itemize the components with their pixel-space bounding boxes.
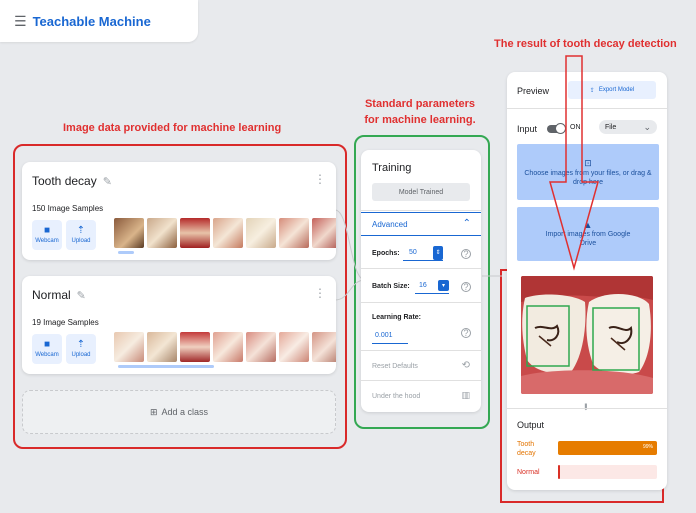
- webcam-icon: ■: [43, 225, 51, 236]
- add-class-button[interactable]: ⊞ Add a class: [22, 390, 336, 434]
- preview-image: [521, 276, 653, 394]
- batch-size-select[interactable]: 16 ▾: [415, 278, 449, 294]
- hamburger-menu-icon[interactable]: ☰: [14, 13, 27, 30]
- sample-count: 19 Image Samples: [32, 318, 99, 327]
- thumbnail-scrollbar[interactable]: [118, 251, 134, 254]
- thumbnail-strip[interactable]: [114, 218, 336, 248]
- help-icon[interactable]: ?: [461, 328, 471, 338]
- stepper-icon[interactable]: ⇕: [433, 245, 443, 260]
- training-title: Training: [372, 162, 412, 174]
- kebab-menu-icon[interactable]: ⋮: [314, 172, 326, 186]
- webcam-button[interactable]: ■ Webcam: [32, 220, 62, 250]
- sample-thumbnail: [312, 218, 336, 248]
- class-card-tooth-decay: Tooth decay ✎ ⋮ 150 Image Samples ■ Webc…: [22, 162, 336, 260]
- sample-thumbnail: [180, 218, 210, 248]
- app-title[interactable]: Teachable Machine: [33, 14, 151, 29]
- sample-thumbnail: [279, 332, 309, 362]
- sample-thumbnail: [213, 332, 243, 362]
- top-bar: ☰ Teachable Machine: [0, 0, 198, 42]
- train-model-button[interactable]: Model Trained: [372, 183, 470, 201]
- sample-thumbnail: [246, 332, 276, 362]
- under-the-hood-button[interactable]: Under the hood: [372, 393, 420, 400]
- training-panel: Training Model Trained Advanced ⌃ Epochs…: [361, 150, 481, 412]
- preview-title: Preview: [517, 86, 550, 96]
- help-icon[interactable]: ?: [461, 282, 471, 292]
- thumbnail-scrollbar[interactable]: [118, 365, 214, 368]
- annotation-image-data: Image data provided for machine learning: [63, 122, 282, 134]
- sample-thumbnail: [114, 218, 144, 248]
- upload-button[interactable]: ⇡ Upload: [66, 220, 96, 250]
- annotation-arrow: [549, 55, 599, 271]
- result-percent: 99%: [642, 444, 653, 450]
- history-icon[interactable]: ⟲: [462, 360, 470, 371]
- result-bar: [558, 465, 657, 479]
- sample-count: 150 Image Samples: [32, 204, 104, 213]
- webcam-icon: ■: [43, 339, 51, 350]
- tooth-image: [521, 276, 653, 394]
- pencil-icon[interactable]: ✎: [77, 289, 86, 302]
- result-bar-fill: [558, 465, 560, 479]
- webcam-button[interactable]: ■ Webcam: [32, 334, 62, 364]
- chart-icon[interactable]: ▥: [461, 390, 470, 401]
- learning-rate-input[interactable]: 0.001: [372, 328, 408, 344]
- connector-line-right: [482, 275, 502, 277]
- pencil-icon[interactable]: ✎: [103, 175, 112, 188]
- add-icon: ⊞: [149, 406, 158, 417]
- sample-thumbnail: [312, 332, 336, 362]
- annotation-standard-params: Standard parameters for machine learning…: [364, 98, 476, 126]
- advanced-toggle[interactable]: Advanced ⌃: [361, 212, 481, 236]
- dropdown-arrow-icon: ▾: [438, 280, 449, 291]
- result-label: Tooth decay: [517, 441, 536, 457]
- input-label: Input: [517, 124, 538, 134]
- result-bar: 99%: [558, 441, 657, 455]
- input-source-select[interactable]: File ⌄: [599, 120, 657, 134]
- upload-button[interactable]: ⇡ Upload: [66, 334, 96, 364]
- reset-defaults-button[interactable]: Reset Defaults: [372, 363, 418, 370]
- class-name[interactable]: Normal: [32, 288, 71, 302]
- class-card-normal: Normal ✎ ⋮ 19 Image Samples ■ Webcam ⇡ U…: [22, 276, 336, 374]
- sample-thumbnail: [147, 218, 177, 248]
- sample-thumbnail: [147, 332, 177, 362]
- result-label: Normal: [517, 469, 540, 476]
- chevron-up-icon: ⌃: [462, 218, 471, 229]
- chevron-down-icon: ⌄: [643, 121, 651, 132]
- sample-thumbnail: [114, 332, 144, 362]
- annotation-result: The result of tooth decay detection: [494, 38, 677, 50]
- sample-thumbnail: [279, 218, 309, 248]
- epochs-input[interactable]: 50 ⇕: [403, 245, 443, 261]
- sample-thumbnail: [213, 218, 243, 248]
- upload-icon: ⇡: [76, 339, 86, 350]
- upload-icon: ⇡: [76, 225, 86, 236]
- kebab-menu-icon[interactable]: ⋮: [314, 286, 326, 300]
- thumbnail-strip[interactable]: [114, 332, 336, 362]
- output-label: Output: [517, 420, 545, 430]
- sample-thumbnail: [246, 218, 276, 248]
- sample-thumbnail: [180, 332, 210, 362]
- help-icon[interactable]: ?: [461, 249, 471, 259]
- class-name[interactable]: Tooth decay: [32, 174, 97, 188]
